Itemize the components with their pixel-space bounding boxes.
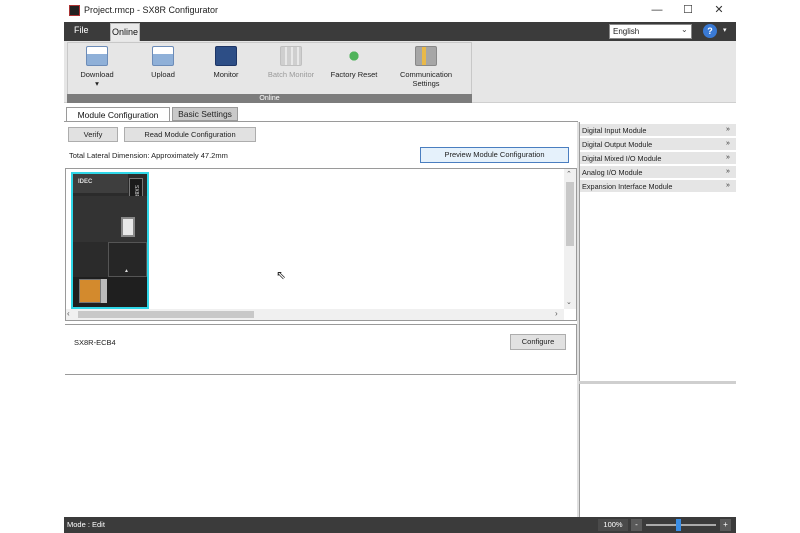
tab-basic-settings[interactable]: Basic Settings [172,107,238,121]
maximize-button[interactable]: ☐ [680,3,696,17]
palette-digital-mixed-io-module[interactable]: Digital Mixed I/O Module [580,152,736,165]
zoom-slider-thumb[interactable] [676,519,681,531]
monitor-button[interactable]: Monitor [205,46,247,92]
preview-module-configuration-button[interactable]: Preview Module Configuration [420,147,569,163]
zoom-slider-track[interactable] [646,524,716,526]
module-terminal-strip [101,279,107,303]
factory-reset-icon [343,46,365,66]
help-dropdown-icon[interactable]: ▾ [723,26,727,34]
read-module-configuration-button[interactable]: Read Module Configuration [124,127,256,142]
module-connector [121,217,135,237]
download-icon [86,46,108,66]
module-brand-logo: IDEC [78,179,93,185]
menu-file[interactable]: File [74,25,89,35]
module-indicator-icon: ▲ [124,268,129,274]
batch-monitor-icon [280,46,302,66]
module-terminal-block [79,279,101,303]
communication-settings-icon [415,46,437,66]
communication-settings-label: Communication Settings [399,70,453,88]
ribbon-group-label: Online [67,94,472,103]
download-dropdown-icon: ▾ [95,79,99,88]
chevron-down-icon: ⌄ [681,25,688,34]
expand-icon[interactable]: » [726,126,730,133]
expand-icon[interactable]: » [726,154,730,161]
window-title: Project.rmcp - SX8R Configurator [84,5,219,15]
selected-module-name: SX8R-ECB4 [74,338,116,347]
zoom-out-button[interactable]: - [631,519,642,531]
mouse-cursor-icon: ⇖ [276,268,287,282]
close-button[interactable]: ✕ [711,3,727,17]
module-properties-panel [65,324,577,375]
zoom-level: 100% [598,519,628,531]
upload-button[interactable]: Upload [142,46,184,92]
language-select[interactable]: English [609,24,692,39]
scroll-down-icon[interactable]: ⌄ [566,298,572,306]
module-body [73,196,147,242]
upload-icon [152,46,174,66]
vertical-scroll-thumb[interactable] [566,182,574,246]
menu-online-tab[interactable]: Online [110,23,140,41]
communication-settings-button[interactable]: Communication Settings [396,46,456,92]
minimize-button[interactable]: — [649,3,665,17]
lateral-dimension-text: Total Lateral Dimension: Approximately 4… [69,151,228,160]
batch-monitor-label: Batch Monitor [267,70,315,79]
palette-analog-io-module[interactable]: Analog I/O Module [580,166,736,179]
palette-digital-input-module[interactable]: Digital Input Module [580,124,736,137]
horizontal-scroll-thumb[interactable] [78,311,254,318]
factory-reset-button[interactable]: Factory Reset [327,46,381,92]
expand-icon[interactable]: » [726,182,730,189]
upload-label: Upload [151,70,175,79]
zoom-in-button[interactable]: + [720,519,731,531]
batch-monitor-button[interactable]: Batch Monitor [263,46,319,92]
scroll-right-icon[interactable]: › [555,309,558,318]
configure-button[interactable]: Configure [510,334,566,350]
app-icon [69,5,80,16]
scroll-left-icon[interactable]: ‹ [67,309,70,318]
help-icon[interactable]: ? [703,24,717,38]
scroll-up-icon[interactable]: ⌃ [566,170,572,178]
download-button[interactable]: Download ▾ [74,46,120,92]
expand-icon[interactable]: » [726,140,730,147]
expand-icon[interactable]: » [726,168,730,175]
palette-expansion-interface-module[interactable]: Expansion Interface Module [580,180,736,193]
download-label: Download [80,70,114,79]
monitor-icon [215,46,237,66]
factory-reset-label: Factory Reset [330,70,378,79]
monitor-label: Monitor [213,70,239,79]
verify-button[interactable]: Verify [68,127,118,142]
status-mode: Mode : Edit [67,520,105,529]
tab-divider [64,121,578,122]
palette-digital-output-module[interactable]: Digital Output Module [580,138,736,151]
palette-detail-panel [579,384,736,517]
tab-module-configuration[interactable]: Module Configuration [66,107,170,122]
